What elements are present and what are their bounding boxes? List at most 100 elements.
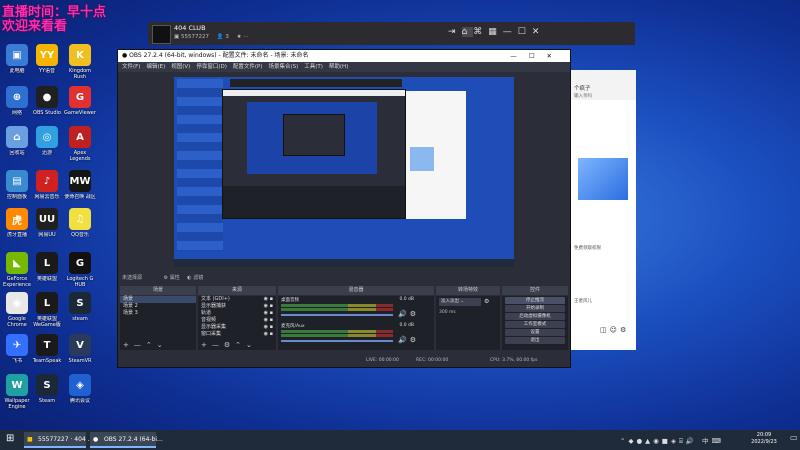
obs-menu-item[interactable]: 工具(T) (304, 62, 323, 72)
eye-icon[interactable]: ◉ (264, 331, 268, 337)
desktop-icon[interactable]: YY YY语音 (30, 44, 64, 80)
more-icon[interactable]: ⋯ (243, 34, 249, 40)
source-settings-icon[interactable]: ⚙ (224, 341, 235, 349)
obs-close-icon[interactable]: ✕ (547, 52, 564, 60)
transition-duration[interactable]: 300 ms (439, 310, 456, 315)
source-item[interactable]: 文本 (GDI+) ◉ ▪ (198, 296, 276, 303)
home-icon[interactable]: ⌂ (461, 27, 474, 37)
sources-list[interactable]: 文本 (GDI+) ◉ ▪ 显示器捕获 ◉ ▪ 轨道 ◉ ▪ 音视频 ◉ ▪ 显示器采集 ◉ ▪ 窗… (198, 296, 276, 350)
control-button[interactable]: 设置 (505, 329, 565, 336)
volume-slider[interactable] (281, 314, 393, 316)
control-button[interactable]: 退出 (505, 337, 565, 344)
desktop-icon[interactable]: G Logitech G HUB (63, 252, 97, 288)
clock[interactable]: 20:09 2022/9/23 (744, 432, 784, 446)
windows-start-icon[interactable]: ⊞ (6, 433, 14, 444)
desktop-icon[interactable]: ◣ GeForce Experience (0, 252, 34, 288)
desktop-icon[interactable]: ⌂ 回收站 (0, 126, 34, 162)
desktop-icon[interactable]: Ssteam (63, 292, 97, 328)
notification-icon[interactable]: ▭ (790, 433, 798, 442)
source-up-icon[interactable]: ⌃ (235, 341, 246, 349)
desktop-icon[interactable]: G GameViewer (63, 86, 97, 122)
desktop-icon[interactable]: S Steam (30, 374, 64, 410)
desktop-icon[interactable]: ◈ 腾讯会议 (63, 374, 97, 410)
obs-menu-item[interactable]: 场景集合(S) (268, 62, 298, 72)
tray-app-icon[interactable]: ● (636, 437, 645, 445)
source-item[interactable]: 音视频 ◉ ▪ (198, 317, 276, 324)
tray-app-icon[interactable]: ◈ (671, 437, 679, 445)
desktop-icon[interactable]: K Kingdom Rush (63, 44, 97, 80)
desktop-icon[interactable]: ⊕ 网络 (0, 86, 34, 122)
gear-icon[interactable]: ⚙ (410, 336, 419, 344)
move-up-icon[interactable]: ⌃ (146, 341, 157, 349)
move-down-icon[interactable]: ⌄ (157, 341, 168, 349)
eye-icon[interactable]: ◉ (264, 324, 268, 330)
desktop-icon[interactable]: ◉ Google Chrome (0, 292, 34, 328)
system-tray[interactable]: ⌃◆●▲◉■◈⌸🔊 中⌨ (620, 435, 724, 446)
filters-button[interactable]: ◐ 滤镜 (187, 275, 203, 281)
add-source-icon[interactable]: + (201, 341, 212, 349)
speaker-icon[interactable]: 🔊 (398, 336, 410, 344)
source-item[interactable]: 轨道 ◉ ▪ (198, 310, 276, 317)
tray-app-icon[interactable]: ▲ (645, 437, 653, 445)
volume-icon[interactable]: 🔊 (686, 437, 697, 445)
tray-app-icon[interactable]: ◉ (653, 437, 662, 445)
source-item[interactable]: 显示器捕获 ◉ ▪ (198, 303, 276, 310)
volume-slider[interactable] (281, 340, 393, 342)
control-button[interactable]: 开始录制 (505, 305, 565, 312)
scene-item[interactable]: 场景 3 (120, 310, 196, 317)
eye-icon[interactable]: ◉ (264, 310, 268, 316)
control-button[interactable]: 停止推流 (505, 297, 565, 304)
taskbar-app-obs[interactable]: ● OBS 27.2.4 (64-bi... (90, 432, 163, 448)
add-transition-icon[interactable]: ⚙ (484, 298, 489, 305)
settings-icon[interactable]: ⚙ (620, 326, 629, 334)
minimize-icon[interactable]: — (503, 27, 518, 37)
desktop-icon[interactable]: ▤ 控制面板 (0, 170, 34, 206)
desktop-icon[interactable]: ✈ 飞书 (0, 334, 34, 370)
source-down-icon[interactable]: ⌄ (246, 341, 257, 349)
remove-source-icon[interactable]: — (212, 341, 224, 349)
obs-preview[interactable] (174, 77, 514, 267)
desktop-icon[interactable]: ● OBS Studio (30, 86, 64, 122)
desktop-icon[interactable]: UU 网易UU (30, 208, 64, 244)
maximize-icon[interactable]: ☐ (518, 27, 532, 37)
camera-icon[interactable]: ◫ (600, 326, 610, 334)
lock-icon[interactable]: ▪ (270, 317, 273, 323)
close-icon[interactable]: ✕ (532, 27, 546, 37)
input-language[interactable]: 中 (702, 437, 712, 445)
desktop-icon[interactable]: ◎ 迅游 (30, 126, 64, 162)
desktop-icon[interactable]: ▣ 此电脑 (0, 44, 34, 80)
eye-icon[interactable]: ◉ (264, 303, 268, 309)
desktop-icon[interactable]: L 英雄联盟 WeGame版 (30, 292, 64, 328)
desktop-icon[interactable]: L 英雄联盟 (30, 252, 64, 288)
obs-maximize-icon[interactable]: ☐ (529, 52, 547, 60)
obs-titlebar[interactable]: ● OBS 27.2.4 (64-bit, windows) - 配置文件: 未… (118, 50, 570, 62)
desktop-icon[interactable]: W Wallpaper Engine (0, 374, 34, 410)
control-button[interactable]: 工作室模式 (505, 321, 565, 328)
input-method-icon[interactable]: ⌨ (712, 437, 724, 445)
emoji-icon[interactable]: ☺ (610, 326, 620, 334)
obs-menu-item[interactable]: 帮助(H) (329, 62, 348, 72)
remove-scene-icon[interactable]: — (134, 341, 146, 349)
desktop-icon[interactable]: ♫ QQ音乐 (63, 208, 97, 244)
lock-icon[interactable]: ▪ (270, 296, 273, 302)
desktop-icon[interactable]: V SteamVR (63, 334, 97, 370)
lock-icon[interactable]: ▪ (270, 310, 273, 316)
network-icon[interactable]: ⌸ (679, 437, 686, 445)
club-side-tools[interactable]: ◫☺⚙ (600, 326, 629, 334)
add-scene-icon[interactable]: + (123, 341, 134, 349)
desktop-icon[interactable]: A Apex Legends (63, 126, 97, 162)
speaker-icon[interactable]: 🔊 (398, 310, 410, 318)
star-icon[interactable]: ★ (237, 34, 242, 40)
club-window-titlebar[interactable]: 404 CLUB ▣ 55577227 👤 3 ★ ⋯ ⇥⌂⌘▦—☐✕ (148, 22, 635, 45)
scene-item[interactable]: 场景 (120, 296, 196, 303)
obs-window[interactable]: ● OBS 27.2.4 (64-bit, windows) - 配置文件: 未… (117, 49, 571, 368)
desktop-icon[interactable]: ♪ 网易云音乐 (30, 170, 64, 206)
gear-icon[interactable]: ⚙ (410, 310, 419, 318)
obs-menu-item[interactable]: 视图(V) (171, 62, 190, 72)
scene-item[interactable]: 场景 2 (120, 303, 196, 310)
lock-icon[interactable]: ▪ (270, 331, 273, 337)
desktop-icon[interactable]: T TeamSpeak (30, 334, 64, 370)
source-item[interactable]: 显示器采集 ◉ ▪ (198, 324, 276, 331)
transition-select[interactable]: 淡入淡出 ⌄ (439, 298, 481, 306)
obs-menu-item[interactable]: 编辑(E) (146, 62, 165, 72)
